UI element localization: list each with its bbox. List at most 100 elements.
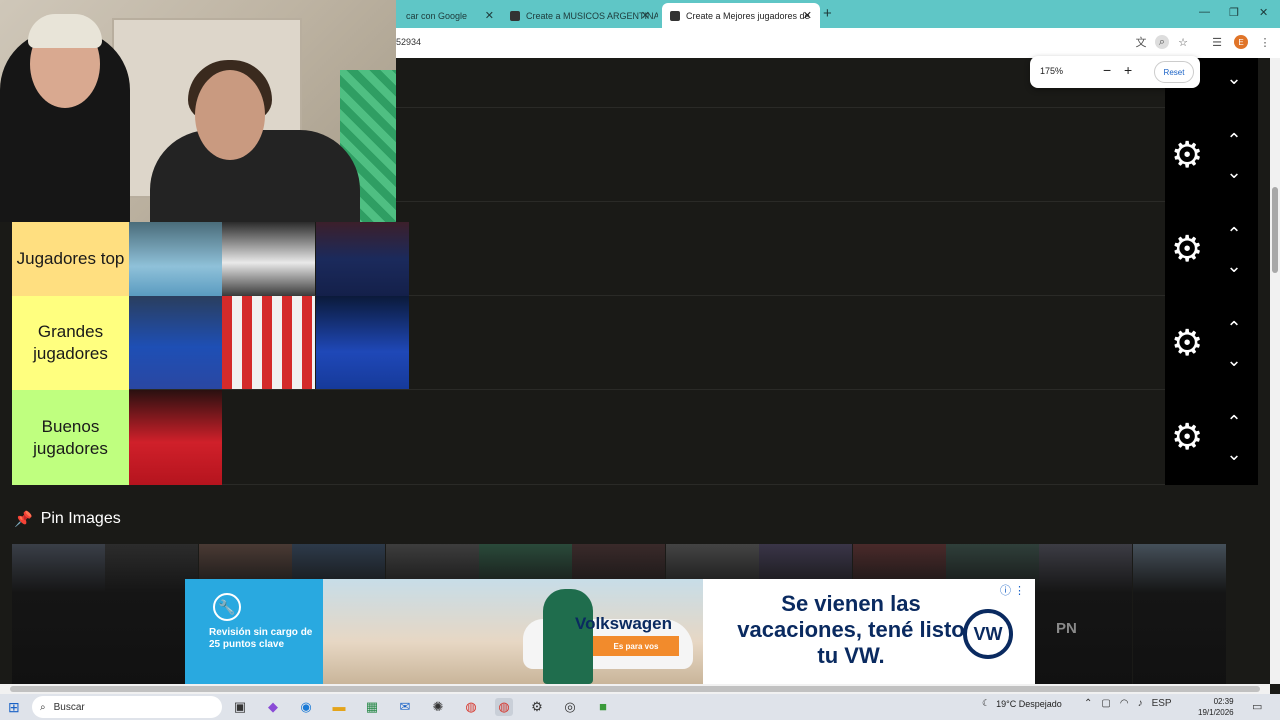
search-icon: ⌕: [40, 701, 46, 713]
zoom-reset-button[interactable]: Reset: [1154, 61, 1194, 83]
taskbar-search[interactable]: ⌕ Buscar: [32, 696, 222, 718]
clock-time: 02:39: [1213, 697, 1234, 706]
tray-chevron-icon[interactable]: ⌃: [1084, 698, 1092, 709]
zoom-in-button[interactable]: +: [1124, 62, 1132, 78]
pin-images-title: Pin Images: [40, 510, 121, 527]
ad-info-icon[interactable]: ⓘ ⋮: [1000, 582, 1025, 598]
tab-mejores-jugadores[interactable]: Create a Mejores jugadores de ✕: [662, 3, 820, 28]
close-icon[interactable]: ✕: [803, 9, 812, 22]
edge-icon[interactable]: ◉: [297, 698, 315, 716]
tier-label-buenos[interactable]: Buenos jugadores: [12, 390, 129, 485]
clock-date: 19/1/2026: [1198, 708, 1234, 717]
move-up-chevron-icon[interactable]: ⌃: [1224, 318, 1244, 338]
player-image-white-kit[interactable]: [222, 222, 315, 296]
chrome-icon[interactable]: ◍: [462, 698, 480, 716]
pin-image-thumbnail[interactable]: [12, 544, 105, 684]
settings-icon[interactable]: ⚙: [528, 698, 546, 716]
move-up-chevron-icon[interactable]: ⌃: [1224, 224, 1244, 244]
wrench-icon: 🔧: [213, 593, 241, 621]
tier-label-top[interactable]: Jugadores top: [12, 222, 129, 296]
person-right-face: [195, 70, 265, 160]
tiermaker-favicon-icon: [510, 10, 520, 21]
zoom-popup: 175% − + Reset: [1030, 56, 1200, 88]
move-down-chevron-icon[interactable]: ⌄: [1224, 162, 1244, 182]
player-image-red-white[interactable]: [222, 296, 315, 389]
tab-google[interactable]: car con Google ✕: [398, 3, 502, 28]
tier-label-grandes[interactable]: Grandes jugadores: [12, 296, 129, 390]
outlook-icon[interactable]: ✉: [396, 698, 414, 716]
bookmark-star-icon[interactable]: ☆: [1176, 35, 1190, 49]
clock[interactable]: 02:39 19/1/2026: [1198, 696, 1234, 718]
zoom-icon[interactable]: ⌕: [1155, 35, 1169, 49]
pin-image-thumbnail[interactable]: [1132, 544, 1226, 684]
notifications-icon[interactable]: ▭: [1252, 700, 1262, 713]
tiermaker-favicon-icon: [670, 10, 680, 21]
reading-list-icon[interactable]: ☰: [1210, 35, 1224, 49]
url-text[interactable]: 52934: [396, 37, 421, 47]
tab-label: car con Google: [406, 10, 468, 21]
move-down-chevron-icon[interactable]: ⌄: [1224, 350, 1244, 370]
profile-avatar[interactable]: E: [1234, 35, 1248, 49]
move-down-chevron-icon[interactable]: ⌄: [1224, 256, 1244, 276]
ad-service-text: Revisión sin cargo de 25 puntos clave: [209, 627, 313, 650]
moon-icon: ☾: [982, 698, 991, 708]
zoom-out-button[interactable]: −: [1103, 62, 1111, 78]
close-window-button[interactable]: ✕: [1259, 6, 1268, 19]
file-explorer-icon[interactable]: ▬: [330, 698, 348, 716]
gear-icon[interactable]: ⚙: [1171, 325, 1203, 361]
gear-icon[interactable]: ⚙: [1171, 231, 1203, 267]
ad-cta-button[interactable]: Es para vos: [593, 636, 679, 656]
gear-icon[interactable]: ⚙: [1171, 137, 1203, 173]
minecraft-icon[interactable]: ■: [594, 698, 612, 716]
new-tab-button[interactable]: +: [823, 5, 832, 22]
tab-musicos[interactable]: Create a MUSICOS ARGENTINA ✕: [502, 3, 658, 28]
player-image-goalkeeper[interactable]: [129, 296, 222, 389]
move-down-chevron-icon[interactable]: ⌄: [1224, 444, 1244, 464]
ad-side-text: PN: [1056, 620, 1077, 637]
tab-label: Create a MUSICOS ARGENTINA: [526, 10, 658, 21]
player-image-sky-blue[interactable]: [129, 222, 222, 296]
translate-icon[interactable]: 文: [1134, 35, 1148, 49]
volume-icon[interactable]: ♪: [1138, 698, 1143, 709]
obs-icon[interactable]: ◎: [561, 698, 579, 716]
person-left-hair: [28, 14, 102, 48]
system-tray[interactable]: ⌃ ▢ ◠ ♪ ESP: [1084, 698, 1172, 709]
ad-headline: Se vienen las vacaciones, tené listo tu …: [737, 591, 965, 668]
wifi-icon[interactable]: ◠: [1120, 698, 1129, 709]
close-icon[interactable]: ✕: [641, 9, 650, 22]
task-view-icon[interactable]: ▣: [231, 698, 249, 716]
vertical-scrollbar-thumb[interactable]: [1272, 187, 1278, 273]
move-up-chevron-icon[interactable]: ⌃: [1224, 130, 1244, 150]
move-down-chevron-icon[interactable]: ⌄: [1224, 68, 1244, 88]
tray-app-icon[interactable]: ▢: [1101, 698, 1110, 709]
weather-text: 19°C Despejado: [996, 698, 1062, 709]
vw-logo-icon: VW: [963, 609, 1013, 659]
chatgpt-icon[interactable]: ✺: [429, 698, 447, 716]
zoom-level: 175%: [1040, 66, 1064, 76]
gear-icon[interactable]: ⚙: [1171, 419, 1203, 455]
pin-images-heading: 📌 Pin Images: [14, 510, 121, 528]
player-image-bayern[interactable]: [129, 390, 222, 485]
player-image-psg[interactable]: [316, 222, 409, 296]
move-up-chevron-icon[interactable]: ⌃: [1224, 412, 1244, 432]
weather-widget[interactable]: ☾ 19°C Despejado: [982, 698, 1062, 709]
chrome-active-icon[interactable]: ◍: [495, 698, 513, 716]
copilot-icon[interactable]: ◆: [264, 698, 282, 716]
restore-button[interactable]: ❐: [1229, 6, 1239, 19]
store-icon[interactable]: ▦: [363, 698, 381, 716]
pin-icon: 📌: [14, 511, 33, 528]
language-indicator[interactable]: ESP: [1152, 698, 1172, 709]
vertical-scrollbar[interactable]: [1270, 58, 1280, 684]
advertisement-banner[interactable]: 🔧 Revisión sin cargo de 25 puntos clave …: [185, 579, 1035, 684]
ad-brand: Volkswagen: [575, 614, 672, 633]
tab-label: Create a Mejores jugadores de: [686, 10, 810, 21]
pin-image-thumbnail[interactable]: [1039, 544, 1133, 684]
close-icon[interactable]: ✕: [485, 9, 494, 22]
taskbar-search-placeholder: Buscar: [53, 701, 85, 713]
windows-start-icon[interactable]: ⊞: [8, 699, 24, 715]
webcam-overlay: [0, 0, 396, 222]
horizontal-scrollbar-thumb[interactable]: [10, 686, 1260, 692]
player-image-chelsea[interactable]: [316, 296, 409, 389]
menu-dots-icon[interactable]: ⋮: [1258, 35, 1272, 49]
minimize-button[interactable]: —: [1199, 6, 1210, 18]
